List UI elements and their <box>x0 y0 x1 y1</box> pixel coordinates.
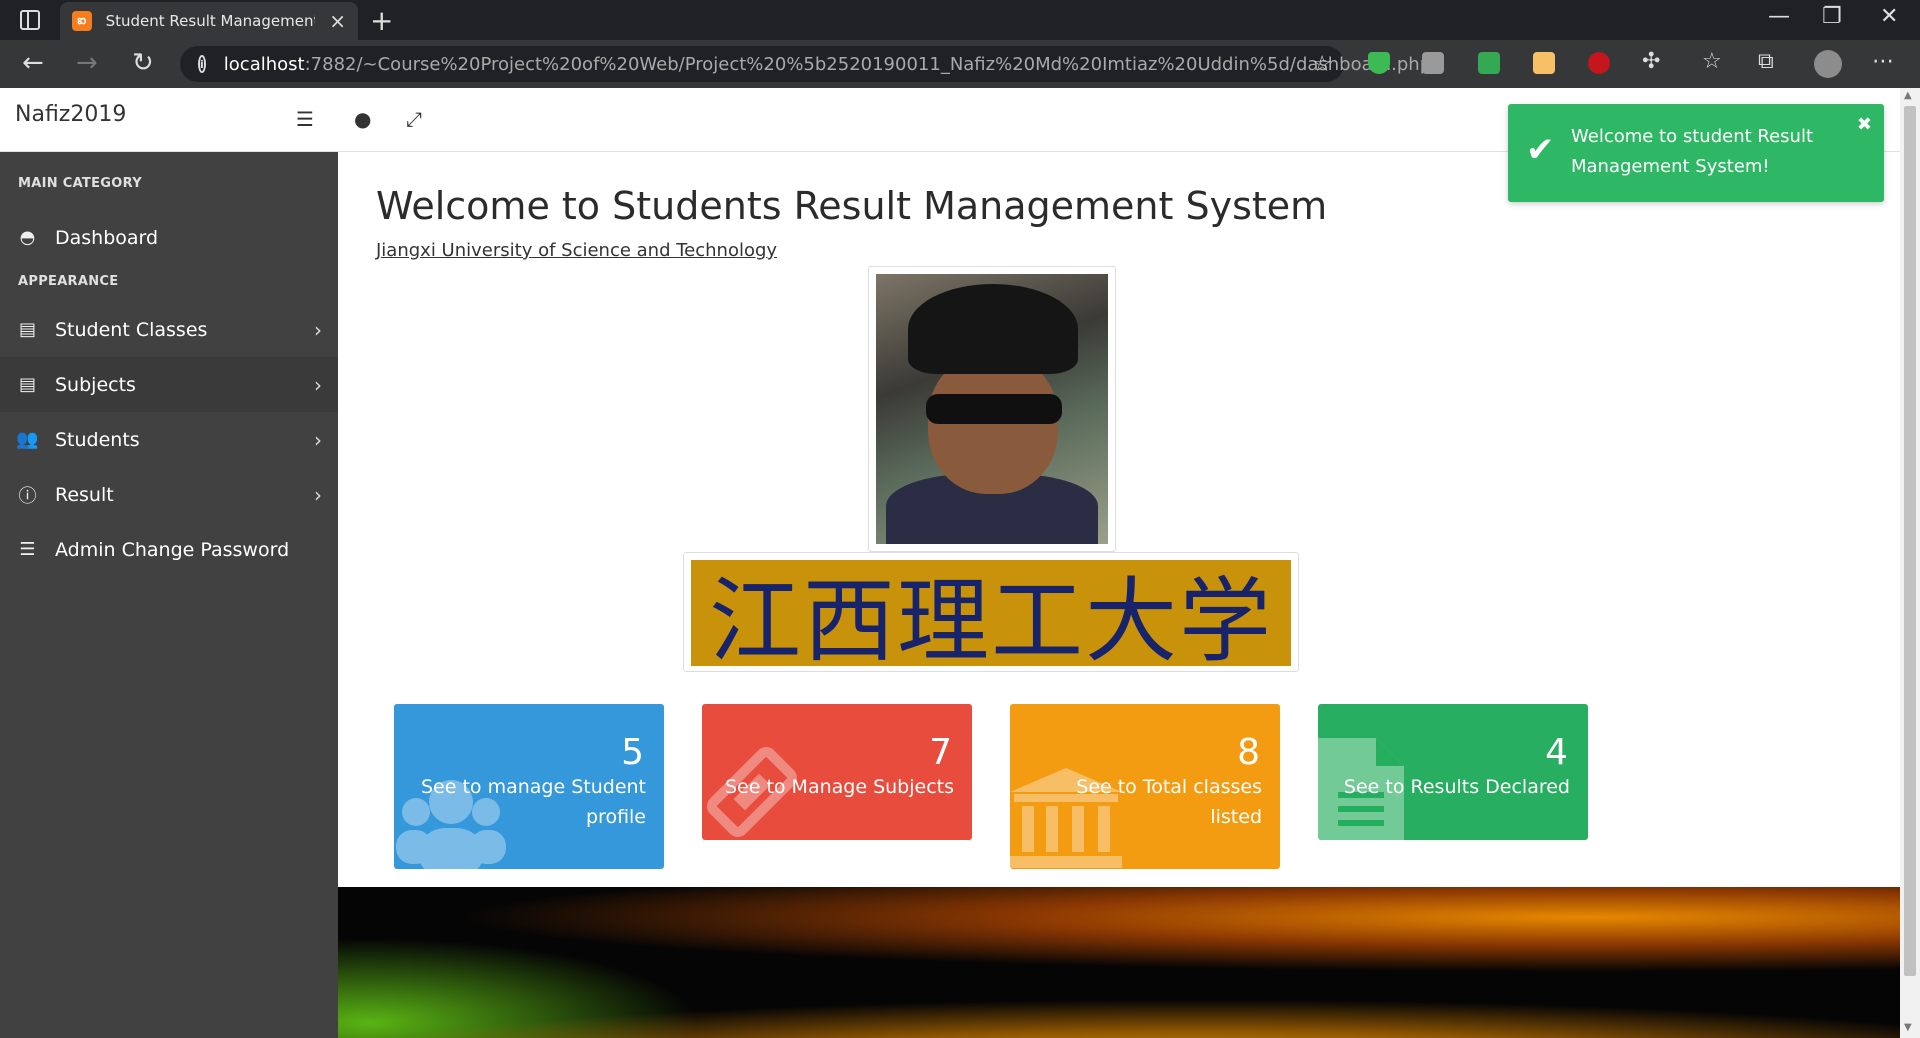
sidebar-item-result[interactable]: ⓘ Result › <box>0 467 338 522</box>
sidebar-item-label: Subjects <box>55 373 136 396</box>
new-tab-button[interactable]: + <box>370 4 393 37</box>
decorative-banner <box>338 887 1900 1038</box>
list-icon[interactable]: ☰ <box>296 107 314 131</box>
reload-icon[interactable]: ↻ <box>132 48 154 78</box>
brand-name[interactable]: Nafiz2019 <box>15 102 126 127</box>
browser-tab-bar: ఐ Student Result Management Sys × + — ❐ … <box>0 0 1920 40</box>
sidebar-item-subjects[interactable]: ▤ Subjects › <box>0 357 338 412</box>
page-scrollbar[interactable]: ▲ ▼ <box>1900 88 1920 1038</box>
server-icon: ☰ <box>19 539 36 560</box>
url-host: localhost <box>223 53 305 75</box>
dashboard-icon: ◓ <box>19 227 36 248</box>
add-favorite-icon[interactable]: ☆ <box>1312 52 1332 77</box>
profile-photo <box>868 266 1116 552</box>
sidebar-heading-main: MAIN CATEGORY <box>18 176 142 191</box>
site-info-icon[interactable]: i <box>198 55 206 73</box>
sidebar: MAIN CATEGORY ◓ Dashboard APPEARANCE ▤ S… <box>0 152 338 1038</box>
address-bar: ← → ↻ i localhost:7882/~Course%20Project… <box>0 40 1920 88</box>
chevron-right-icon: › <box>314 427 322 452</box>
profile-avatar[interactable] <box>1814 50 1842 78</box>
card-count: 7 <box>929 732 952 773</box>
sidebar-item-admin-change-password[interactable]: ☰ Admin Change Password <box>0 522 338 577</box>
record-extension-icon[interactable] <box>1588 52 1610 74</box>
favorites-icon[interactable]: ☆ <box>1702 49 1722 74</box>
back-icon[interactable]: ← <box>22 48 44 78</box>
notes-extension-icon[interactable] <box>1533 52 1555 74</box>
card-count: 8 <box>1237 732 1260 773</box>
forward-icon[interactable]: → <box>76 48 98 78</box>
scroll-up-icon[interactable]: ▲ <box>1904 90 1912 101</box>
university-link[interactable]: Jiangxi University of Science and Techno… <box>376 240 777 261</box>
card-caption: See to Results Declared <box>1343 776 1570 798</box>
results-card[interactable]: 4 See to Results Declared <box>1318 704 1588 840</box>
collections-icon[interactable]: ⧉ <box>1758 49 1774 74</box>
scroll-down-icon[interactable]: ▼ <box>1904 1022 1912 1033</box>
sidebar-item-label: Result <box>55 483 114 506</box>
file-icon: ▤ <box>18 374 36 395</box>
printer-extension-icon[interactable] <box>1478 52 1500 74</box>
page-title: Welcome to Students Result Management Sy… <box>376 184 1328 228</box>
tab-close-icon[interactable]: × <box>329 9 346 33</box>
restore-button[interactable]: ❐ <box>1822 4 1842 29</box>
camera-extension-icon[interactable] <box>1422 52 1444 74</box>
chevron-right-icon: › <box>314 372 322 397</box>
user-icon[interactable]: ● <box>354 107 371 131</box>
card-count: 5 <box>621 732 644 773</box>
more-icon[interactable]: ⋯ <box>1872 49 1894 74</box>
sidebar-item-label: Admin Change Password <box>55 538 290 561</box>
university-logo: 江西理工大学 <box>683 552 1299 675</box>
sidebar-item-label: Dashboard <box>55 226 159 249</box>
sidebar-item-students[interactable]: 👥 Students › <box>0 412 338 467</box>
browser-tab[interactable]: ఐ Student Result Management Sys × <box>60 2 358 40</box>
chevron-right-icon: › <box>314 482 322 507</box>
scrollbar-thumb[interactable] <box>1904 106 1916 976</box>
check-icon: ✔ <box>1526 130 1555 170</box>
extensions-icon[interactable]: ✣ <box>1642 49 1660 74</box>
url-field[interactable]: i localhost:7882/~Course%20Project%20of%… <box>180 46 1431 82</box>
tab-title: Student Result Management Sys <box>105 12 316 30</box>
student-profile-card[interactable]: 5 See to manage Student profile <box>394 704 664 869</box>
sidebar-item-student-classes[interactable]: ▤ Student Classes › <box>0 302 338 357</box>
users-icon: 👥 <box>16 429 39 450</box>
minimize-button[interactable]: — <box>1768 4 1790 29</box>
sidebar-item-label: Students <box>55 428 140 451</box>
chevron-right-icon: › <box>314 317 322 342</box>
welcome-toast: ✔ Welcome to student Result Management S… <box>1508 104 1884 202</box>
close-icon[interactable]: ✖ <box>1857 114 1872 135</box>
logo-text: 江西理工大学 <box>708 567 1273 675</box>
shield-extension-icon[interactable] <box>1368 52 1390 74</box>
classes-card[interactable]: 8 See to Total classes listed <box>1010 704 1280 869</box>
card-caption: See to Manage Subjects <box>724 776 954 798</box>
main-content: Welcome to Students Result Management Sy… <box>338 152 1900 1038</box>
info-icon: ⓘ <box>18 485 37 507</box>
card-count: 4 <box>1545 732 1568 773</box>
window-menu-icon[interactable] <box>20 10 40 30</box>
sidebar-item-label: Student Classes <box>55 318 208 341</box>
url-path: :7882/~Course%20Project%20of%20Web/Proje… <box>304 53 1432 75</box>
card-caption: See to manage Student profile <box>420 776 646 828</box>
toast-message: Welcome to student Result Management Sys… <box>1571 126 1813 177</box>
file-icon: ▤ <box>18 319 36 340</box>
expand-icon[interactable]: ⤢ <box>406 107 422 131</box>
sidebar-heading-appearance: APPEARANCE <box>18 274 119 289</box>
sidebar-item-dashboard[interactable]: ◓ Dashboard <box>0 210 338 265</box>
card-caption: See to Total classes listed <box>1076 776 1262 828</box>
xampp-icon: ఐ <box>72 11 92 31</box>
close-window-button[interactable]: ✕ <box>1880 4 1898 29</box>
subjects-card[interactable]: 7 See to Manage Subjects <box>702 704 972 840</box>
